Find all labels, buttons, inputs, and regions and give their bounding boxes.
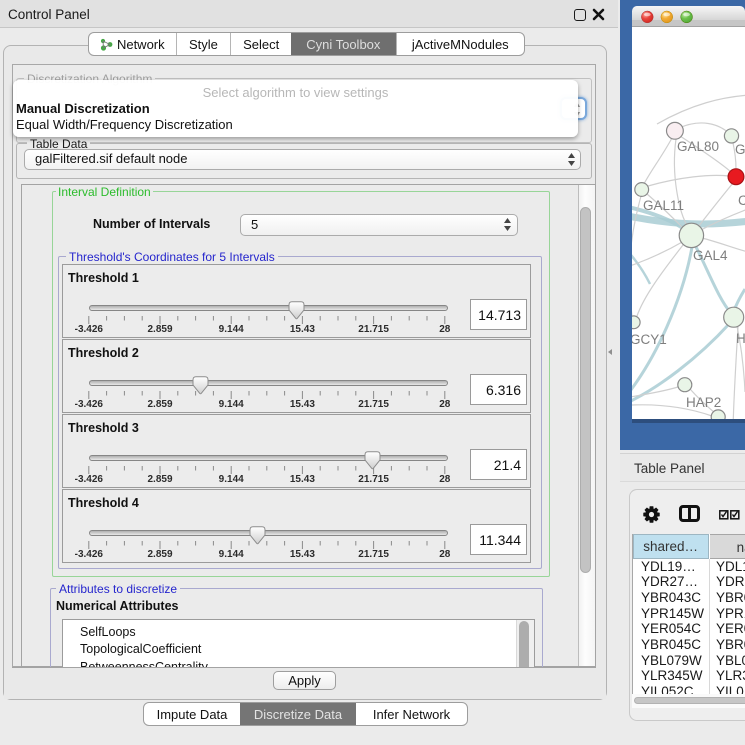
svg-text:HAP2: HAP2 (686, 395, 721, 410)
svg-text:GCY1: GCY1 (630, 332, 667, 347)
svg-text:C: C (738, 193, 745, 208)
svg-text:GAL4: GAL4 (693, 248, 728, 263)
svg-text:GAL80: GAL80 (677, 139, 719, 154)
svg-text:H: H (736, 331, 745, 346)
svg-text:GAL11: GAL11 (643, 198, 684, 213)
svg-text:GA: GA (735, 142, 745, 157)
